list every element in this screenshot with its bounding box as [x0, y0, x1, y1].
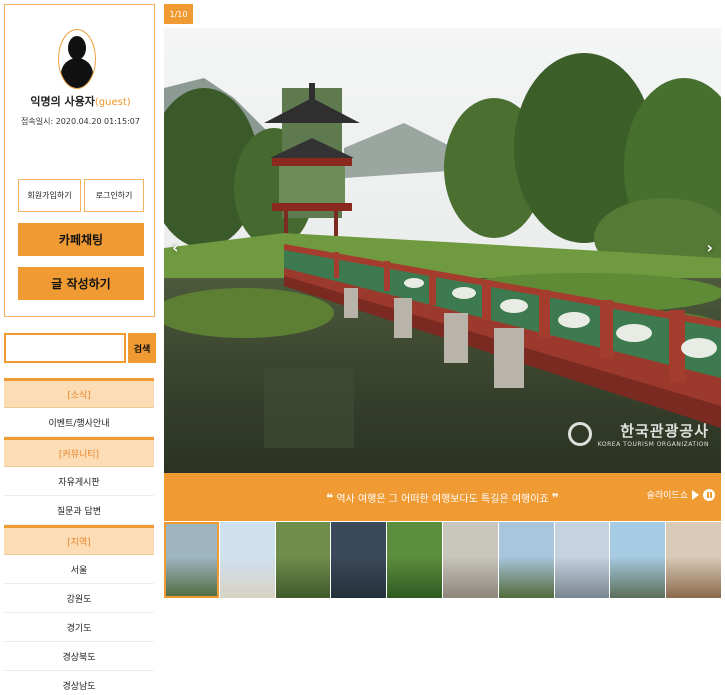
join-button[interactable]: 회원가입하기	[18, 179, 81, 212]
pavilion-bridge-illustration	[164, 28, 721, 473]
watermark-logo-icon	[567, 422, 592, 446]
play-icon[interactable]	[692, 489, 699, 500]
slideshow-label: 슬라이드쇼	[646, 491, 688, 501]
thumbnail-strip	[164, 522, 721, 598]
login-time: 접속일시: 2020.04.20 01:15:07	[21, 117, 140, 126]
main-slide-image: ‹ › 한국관광공사 KOREA TOURISM ORGANIZATION	[164, 28, 721, 473]
search-button[interactable]: 검색	[128, 333, 156, 363]
nav-item-gyeonggi[interactable]: 경기도	[4, 613, 154, 642]
slide-prev-button[interactable]: ‹	[172, 238, 179, 257]
nav-item-gyeongbuk[interactable]: 경상북도	[4, 642, 154, 671]
nav-item-free-board[interactable]: 자유게시판	[4, 467, 154, 496]
nav-item-gangwon[interactable]: 강원도	[4, 584, 154, 613]
thumbnail-forest-temple[interactable]	[275, 522, 331, 598]
avatar	[58, 29, 96, 89]
thumbnail-coast-rocks[interactable]	[610, 522, 666, 598]
write-post-button[interactable]: 글 작성하기	[18, 267, 144, 300]
thumbnail-palace-gate-snow[interactable]	[219, 522, 275, 598]
nav-header-community: [커뮤니티]	[4, 437, 154, 467]
nav-header-news: [소식]	[4, 378, 154, 408]
slide-next-button[interactable]: ›	[706, 238, 713, 257]
login-button[interactable]: 로그인하기	[84, 179, 144, 212]
sidebar-nav: [소식] 이벤트/행사안내 [커뮤니티] 자유게시판 질문과 답변 [지역] 서…	[4, 378, 154, 695]
username-text: 익명의 사용자	[30, 95, 95, 108]
avatar-body-icon	[61, 58, 93, 88]
thumbnail-dark-pagoda[interactable]	[331, 522, 387, 598]
thumbnail-snow-mountain[interactable]	[554, 522, 610, 598]
search-input[interactable]	[4, 333, 126, 363]
nav-item-qna[interactable]: 질문과 답변	[4, 496, 154, 525]
slide-counter: 1/10	[164, 4, 193, 24]
nav-item-seoul[interactable]: 서울	[4, 555, 154, 584]
avatar-head-icon	[68, 36, 86, 60]
pause-icon[interactable]	[703, 488, 715, 501]
quote-open-icon: ❝	[326, 490, 334, 505]
slide-quote: ❝ 역사 여행은 그 어떠한 여행보다도 특길은 여행이죠 ❞	[164, 490, 721, 505]
watermark-english: KOREA TOURISM ORGANIZATION	[597, 441, 709, 448]
search-bar: 검색	[4, 333, 156, 363]
quote-text: 역사 여행은 그 어떠한 여행보다도 특길은 여행이죠	[336, 493, 549, 505]
thumbnail-pavilion-trees[interactable]	[498, 522, 554, 598]
watermark: 한국관광공사 KOREA TOURISM ORGANIZATION	[567, 420, 709, 448]
nav-item-gyeongnam[interactable]: 경상남도	[4, 671, 154, 695]
nav-item-events[interactable]: 이벤트/행사안내	[4, 408, 154, 437]
cafe-chat-button[interactable]: 카페채팅	[18, 223, 144, 256]
watermark-korean: 한국관광공사	[620, 422, 709, 440]
slideshow-control[interactable]: 슬라이드쇼	[647, 488, 715, 501]
quote-close-icon: ❞	[551, 490, 559, 505]
user-role: (guest)	[94, 97, 131, 108]
profile-panel: 익명의 사용자(guest) 접속일시: 2020.04.20 01:15:07…	[4, 4, 155, 317]
username: 익명의 사용자(guest)	[5, 93, 156, 109]
quote-bar: ❝ 역사 여행은 그 어떠한 여행보다도 특길은 여행이죠 ❞ 슬라이드쇼	[164, 473, 721, 521]
thumbnail-pavilion-bridge[interactable]	[164, 522, 219, 598]
thumbnail-autumn-path[interactable]	[666, 522, 721, 598]
nav-header-region: [지역]	[4, 525, 154, 555]
thumbnail-green-garden[interactable]	[387, 522, 442, 598]
thumbnail-stone-statue[interactable]	[442, 522, 498, 598]
